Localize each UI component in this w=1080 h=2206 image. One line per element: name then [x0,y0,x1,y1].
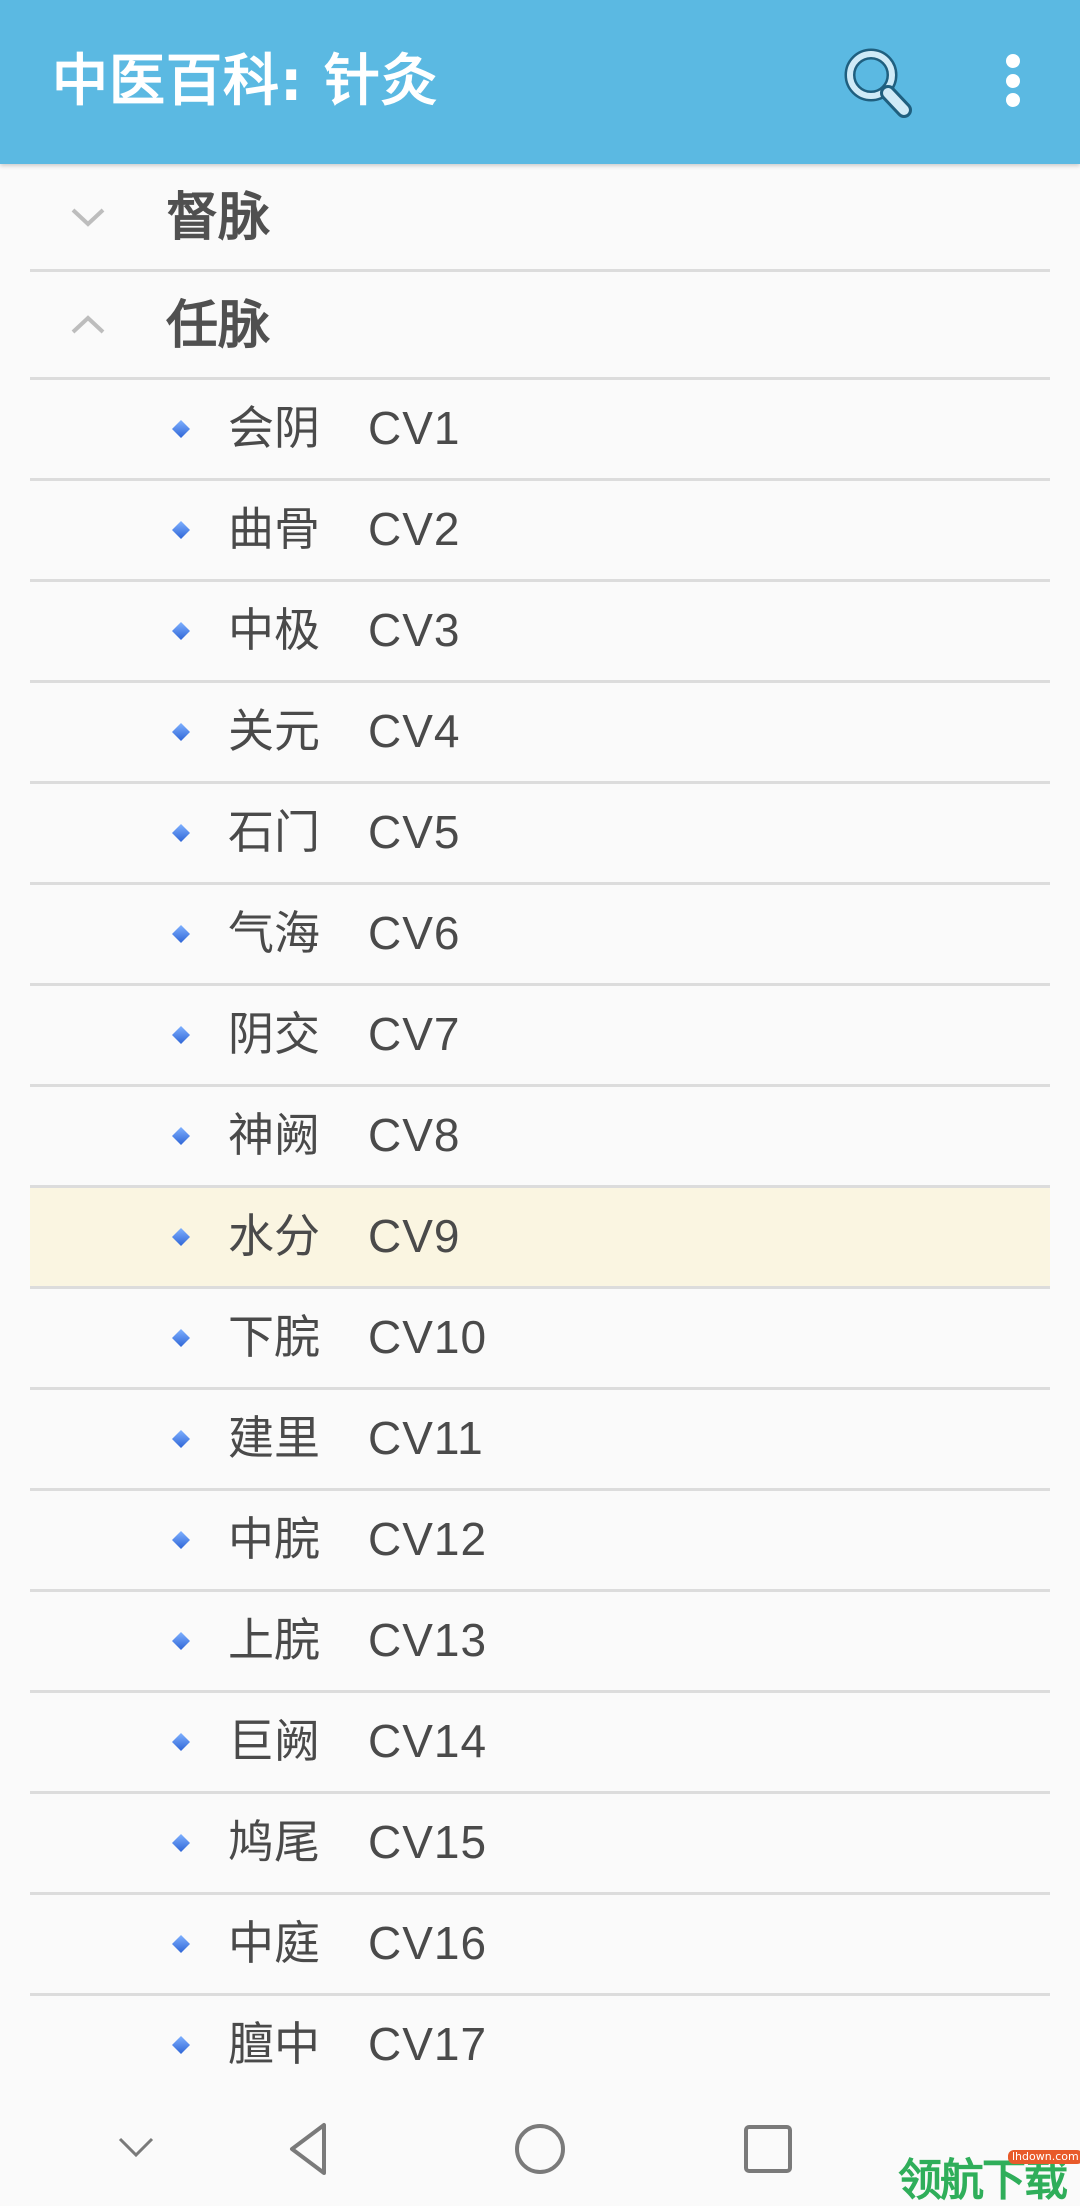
bullet-diamond-icon [172,1935,190,1953]
recents-icon[interactable] [742,2123,794,2175]
bullet-diamond-icon [172,925,190,943]
acupoint-row[interactable]: 中脘 CV12 [30,1491,1050,1592]
meridian-list: 督脉 任脉 会阴 CV1 曲骨 CV2 中极 CV3 关元 CV4 石门 CV5 气海 CV6 阴交 CV… [0,164,1080,2097]
acupoint-name: 阴交 [228,1007,320,1061]
app-bar: 中医百科: 针灸 [0,0,1080,164]
acupoint-name: 鸠尾 [228,1815,320,1869]
bullet-diamond-icon [172,1733,190,1751]
bullet-diamond-icon [172,1834,190,1852]
acupoint-code: CV8 [368,1109,461,1161]
acupoint-row[interactable]: 巨阙 CV14 [30,1693,1050,1794]
bullet-diamond-icon [172,521,190,539]
acupoint-code: CV7 [368,1008,461,1060]
acupoint-code: CV10 [368,1311,488,1363]
bullet-diamond-icon [172,1632,190,1650]
acupoint-row[interactable]: 关元 CV4 [30,683,1050,784]
acupoint-row[interactable]: 神阙 CV8 [30,1087,1050,1188]
acupoint-code: CV2 [368,503,461,555]
acupoint-name: 膻中 [228,2017,320,2071]
more-vert-icon [1006,54,1020,68]
bullet-diamond-icon [172,1531,190,1549]
app-title: 中医百科: 针灸 [52,49,438,114]
group-row-ren-mai[interactable]: 任脉 [30,272,1050,380]
acupoint-row[interactable]: 石门 CV5 [30,784,1050,885]
acupoint-code: CV3 [368,604,461,656]
acupoint-name: 下脘 [228,1310,320,1364]
bullet-diamond-icon [172,723,190,741]
acupoint-row[interactable]: 上脘 CV13 [30,1592,1050,1693]
acupoint-row[interactable]: 建里 CV11 [30,1390,1050,1491]
search-icon [844,48,912,118]
acupoint-code: CV12 [368,1513,488,1565]
acupoint-name: 关元 [228,704,320,758]
acupoint-name: 中极 [228,603,320,657]
acupoint-name: 水分 [228,1209,320,1263]
bullet-diamond-icon [172,1127,190,1145]
search-button[interactable] [838,44,918,124]
acupoint-code: CV17 [368,2018,488,2070]
acupoint-row[interactable]: 中庭 CV16 [30,1895,1050,1996]
chevron-down-icon [71,208,105,227]
acupoint-name: 曲骨 [228,502,320,556]
acupoint-name: 气海 [228,906,320,960]
acupoint-code: CV4 [368,705,461,757]
acupoint-name: 中脘 [228,1512,320,1566]
acupoint-row[interactable]: 膻中 CV17 [30,1996,1050,2097]
chevron-up-icon [71,315,105,334]
bullet-diamond-icon [172,1329,190,1347]
acupoint-code: CV15 [368,1816,488,1868]
acupoint-code: CV5 [368,806,461,858]
acupoint-row[interactable]: 水分 CV9 [30,1188,1050,1289]
acupoint-name: 神阙 [228,1108,320,1162]
acupoint-row[interactable]: 会阴 CV1 [30,380,1050,481]
acupoint-code: CV1 [368,402,461,454]
acupoint-row[interactable]: 气海 CV6 [30,885,1050,986]
acupoint-name: 会阴 [228,401,320,455]
acupoint-code: CV13 [368,1614,488,1666]
bullet-diamond-icon [172,1430,190,1448]
more-vert-icon-dot [1006,93,1020,107]
bullet-diamond-icon [172,2036,190,2054]
acupoint-name: 巨阙 [228,1714,320,1768]
acupoint-name: 石门 [228,805,320,859]
acupoint-code: CV14 [368,1715,488,1767]
acupoint-row[interactable]: 中极 CV3 [30,582,1050,683]
bullet-diamond-icon [172,824,190,842]
group-title: 督脉 [166,188,271,248]
bullet-diamond-icon [172,622,190,640]
acupoint-row[interactable]: 曲骨 CV2 [30,481,1050,582]
acupoint-code: CV9 [368,1210,461,1262]
acupoint-row[interactable]: 下脘 CV10 [30,1289,1050,1390]
more-vert-icon-dot [1006,74,1020,88]
bullet-diamond-icon [172,420,190,438]
home-icon[interactable] [512,2121,568,2177]
acupoint-code: CV11 [368,1412,484,1464]
acupoint-row[interactable]: 阴交 CV7 [30,986,1050,1087]
back-icon[interactable] [284,2121,332,2177]
group-title: 任脉 [166,296,271,356]
bullet-diamond-icon [172,1026,190,1044]
acupoint-code: CV16 [368,1917,488,1969]
hide-nav-chevron-icon[interactable] [116,2133,156,2161]
acupoint-name: 中庭 [228,1916,320,1970]
more-options-button[interactable] [990,50,1036,114]
watermark-url: lhdown.com [1008,2150,1080,2164]
group-row-du-mai[interactable]: 督脉 [30,164,1050,272]
acupoint-code: CV6 [368,907,461,959]
acupoint-name: 建里 [228,1411,320,1465]
acupoint-name: 上脘 [228,1613,320,1667]
acupoint-row[interactable]: 鸠尾 CV15 [30,1794,1050,1895]
bullet-diamond-icon [172,1228,190,1246]
watermark: 领航下载 lhdown.com [898,2150,1080,2206]
